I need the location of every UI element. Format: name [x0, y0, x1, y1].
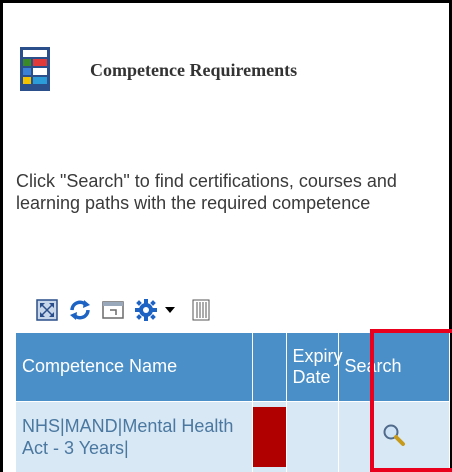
- refresh-icon[interactable]: [68, 299, 92, 321]
- columns-icon[interactable]: [192, 299, 210, 321]
- status-cell: [252, 400, 287, 472]
- column-header-competence-name[interactable]: Competence Name: [16, 333, 253, 401]
- instructions-text: Click "Search" to find certifications, c…: [16, 171, 397, 213]
- report-list-icon: [20, 47, 50, 93]
- competence-grid: Competence Name Expiry Date Search NHS|M…: [16, 333, 450, 472]
- table-row: NHS|MAND|Mental Health Act - 3 Years|: [16, 400, 450, 472]
- maximize-icon[interactable]: [36, 299, 58, 321]
- page-title: Competence Requirements: [90, 59, 298, 80]
- expiry-date-cell: [286, 400, 339, 472]
- search-cell: [338, 400, 450, 472]
- column-header-search: Search: [338, 333, 450, 401]
- grid-header-row: Competence Name Expiry Date Search: [16, 333, 450, 401]
- column-header-expiry-date[interactable]: Expiry Date: [286, 333, 343, 401]
- status-indicator: [252, 407, 287, 468]
- grid-toolbar: [36, 290, 210, 330]
- panel-header: Competence Requirements: [20, 45, 297, 95]
- column-header-status: [252, 333, 287, 401]
- dropdown-caret-icon[interactable]: [164, 305, 176, 315]
- restore-icon[interactable]: [102, 300, 124, 320]
- magnifier-icon[interactable]: [382, 423, 406, 452]
- competence-name-cell: NHS|MAND|Mental Health Act - 3 Years|: [16, 400, 253, 472]
- gear-icon[interactable]: [134, 298, 158, 322]
